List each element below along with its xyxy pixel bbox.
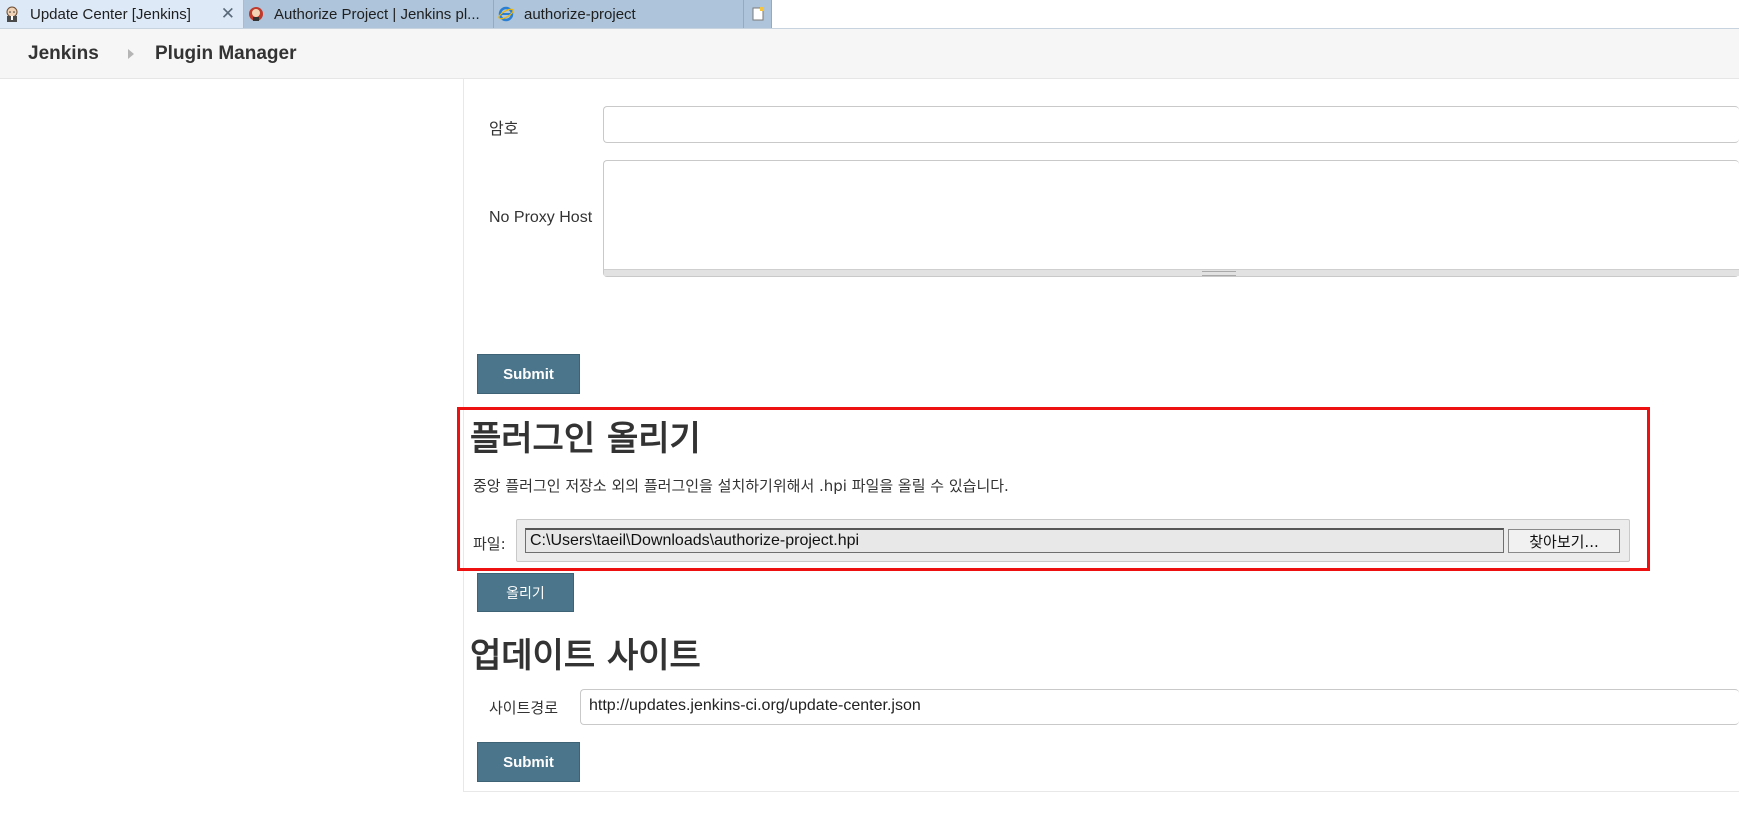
- site-url-field[interactable]: http://updates.jenkins-ci.org/update-cen…: [580, 689, 1739, 725]
- no-proxy-host-textarea[interactable]: [603, 160, 1739, 277]
- no-proxy-host-label: No Proxy Host: [489, 209, 593, 226]
- site-url-label: 사이트경로: [489, 699, 559, 717]
- password-label: 암호: [489, 121, 519, 138]
- tab-authorize-project-plugin[interactable]: Authorize Project | Jenkins pl...: [244, 0, 494, 28]
- tab-title: Update Center [Jenkins]: [30, 5, 191, 23]
- new-tab-icon: [752, 7, 764, 21]
- update-site-title: 업데이트 사이트: [470, 636, 701, 676]
- tab-authorize-project[interactable]: authorize-project: [494, 0, 744, 28]
- textarea-resize-handle[interactable]: [604, 269, 1739, 276]
- ie-browser-icon: [498, 6, 514, 22]
- grip-icon: [1202, 271, 1236, 276]
- tab-title: authorize-project: [524, 5, 636, 23]
- proxy-submit-button[interactable]: Submit: [477, 354, 580, 394]
- close-tab-icon[interactable]: ✕: [221, 4, 235, 24]
- password-field[interactable]: [603, 106, 1739, 143]
- jenkins-butler-icon: [6, 6, 18, 22]
- breadcrumb-plugin-manager-link[interactable]: Plugin Manager: [155, 43, 296, 65]
- file-input[interactable]: C:\Users\taeil\Downloads\authorize-proje…: [516, 519, 1630, 562]
- browser-tab-strip: Update Center [Jenkins] ✕ Authorize Proj…: [0, 0, 1739, 29]
- breadcrumb-jenkins-link[interactable]: Jenkins: [28, 43, 99, 65]
- upload-plugin-description: 중앙 플러그인 저장소 외의 플러그인을 설치하기위해서 .hpi 파일을 올릴…: [473, 477, 1009, 495]
- tab-title: Authorize Project | Jenkins pl...: [274, 5, 480, 23]
- tab-update-center[interactable]: Update Center [Jenkins] ✕: [0, 0, 244, 28]
- file-path-field[interactable]: C:\Users\taeil\Downloads\authorize-proje…: [525, 528, 1504, 553]
- update-site-submit-button[interactable]: Submit: [477, 742, 580, 782]
- breadcrumb-separator-icon: [128, 49, 134, 59]
- jenkins-logo-icon: [249, 7, 263, 21]
- browse-button[interactable]: 찾아보기...: [1508, 529, 1620, 553]
- new-tab-button[interactable]: [744, 0, 772, 28]
- upload-plugin-title: 플러그인 올리기: [470, 419, 701, 459]
- file-label: 파일:: [473, 535, 506, 553]
- upload-button[interactable]: 올리기: [477, 573, 574, 612]
- site-url-value: http://updates.jenkins-ci.org/update-cen…: [589, 697, 921, 714]
- breadcrumb: Jenkins Plugin Manager: [0, 29, 1739, 79]
